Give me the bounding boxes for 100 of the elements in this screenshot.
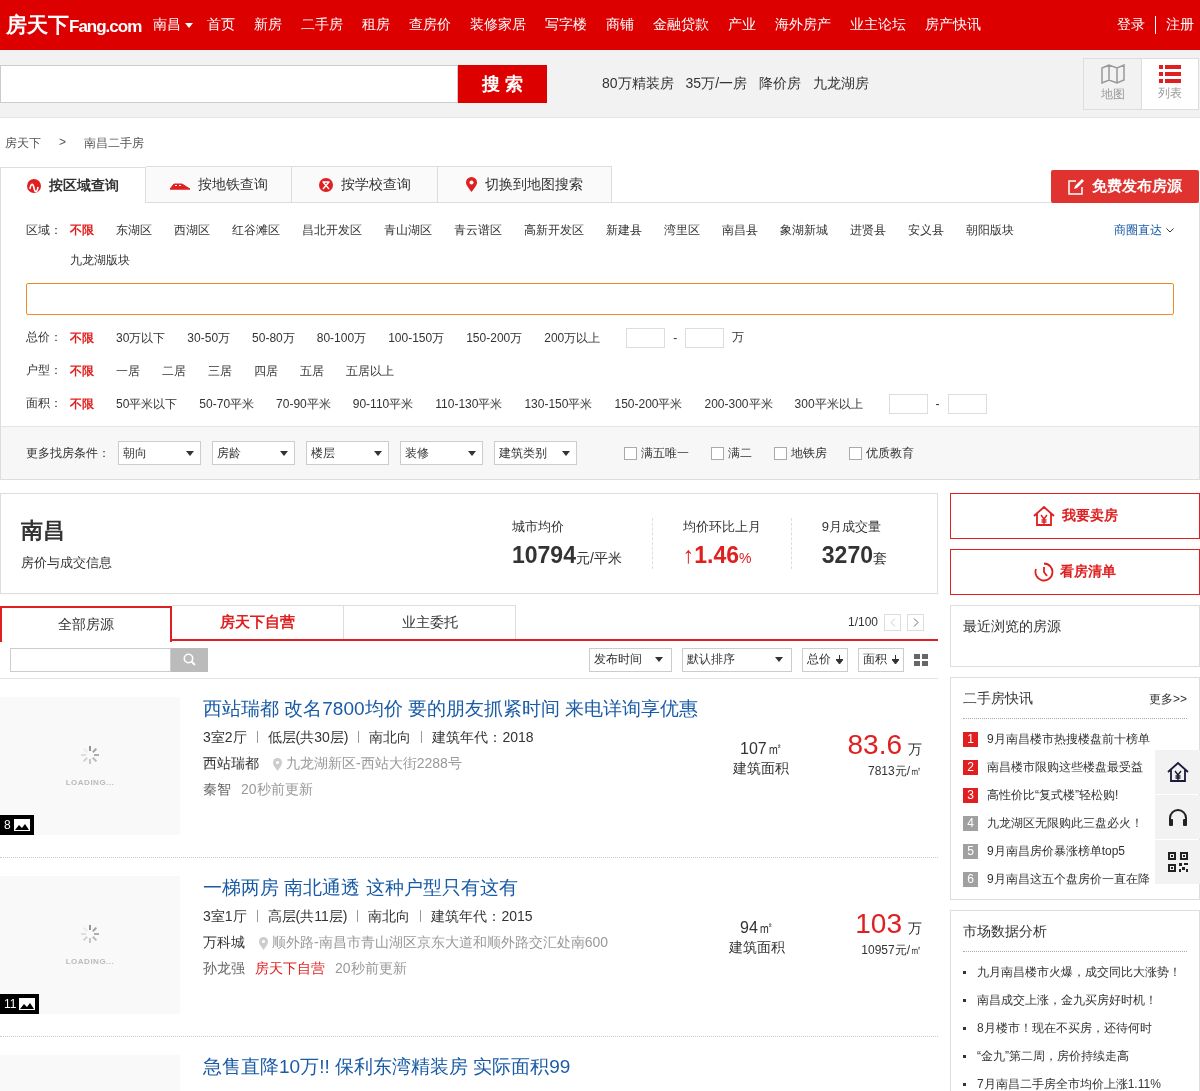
- filter-option[interactable]: 不限: [70, 355, 94, 386]
- nav-link[interactable]: 写字楼: [545, 16, 588, 34]
- hot-keyword[interactable]: 九龙湖房: [813, 74, 870, 93]
- filter-tab[interactable]: 按区域查询: [0, 167, 146, 203]
- hot-keyword[interactable]: 降价房: [759, 74, 802, 93]
- register-link[interactable]: 注册: [1166, 16, 1194, 34]
- filter-option[interactable]: 朝阳版块: [966, 215, 1014, 245]
- agent-name[interactable]: 秦智: [203, 781, 231, 799]
- sell-shortcut-button[interactable]: [1155, 750, 1200, 794]
- filter-option[interactable]: 200-300平米: [704, 388, 773, 419]
- filter-option[interactable]: 安义县: [908, 215, 944, 245]
- filter-dropdown[interactable]: 建筑类别: [494, 441, 577, 465]
- filter-option[interactable]: 110-130平米: [435, 388, 503, 419]
- news-link[interactable]: 九龙湖区无限购此三盘必火！: [987, 814, 1143, 832]
- agent-name[interactable]: 孙龙强: [203, 960, 245, 978]
- filter-option[interactable]: 50平米以下: [116, 388, 178, 419]
- filter-option[interactable]: 新建县: [606, 215, 642, 245]
- filter-tab[interactable]: 按地铁查询: [146, 166, 292, 202]
- filter-option[interactable]: 象湖新城: [780, 215, 828, 245]
- sort-button[interactable]: 面积: [858, 647, 904, 672]
- filter-option[interactable]: 300平米以上: [794, 388, 863, 419]
- filter-option[interactable]: 130-150平米: [524, 388, 593, 419]
- filter-option[interactable]: 50-80万: [252, 322, 295, 353]
- filter-option[interactable]: 100-150万: [388, 322, 445, 353]
- filter-option[interactable]: 五居以上: [346, 355, 394, 386]
- news-link[interactable]: 7月南昌二手房全市均价上涨1.11%: [977, 1075, 1161, 1091]
- hot-keyword[interactable]: 80万精装房: [602, 74, 674, 93]
- news-link[interactable]: 九月南昌楼市火爆，成交同比大涨势！: [977, 963, 1181, 981]
- viewing-list-button[interactable]: 看房清单: [950, 549, 1200, 595]
- nav-link[interactable]: 新房: [254, 16, 283, 34]
- support-button[interactable]: [1155, 795, 1200, 839]
- filter-option[interactable]: 30-50万: [187, 322, 231, 353]
- max-field[interactable]: [947, 393, 987, 414]
- login-link[interactable]: 登录: [1117, 16, 1145, 34]
- nav-link[interactable]: 租房: [362, 16, 391, 34]
- filter-option[interactable]: 30万以下: [116, 322, 166, 353]
- checkbox[interactable]: [624, 446, 637, 460]
- news-link[interactable]: 9月南昌房价暴涨榜单top5: [987, 842, 1126, 860]
- next-page-button[interactable]: [907, 613, 924, 631]
- sort-dropdown[interactable]: 发布时间: [589, 647, 672, 672]
- filter-tab[interactable]: 切换到地图搜索: [438, 166, 612, 202]
- listing-tab[interactable]: 全部房源: [0, 606, 172, 642]
- nav-link[interactable]: 业主论坛: [850, 16, 907, 34]
- community-link[interactable]: 万科城: [203, 934, 245, 952]
- news-link[interactable]: 南昌成交上涨，金九买房好时机！: [977, 991, 1157, 1009]
- listing-title[interactable]: 西站瑞都 改名7800均价 要的朋友抓紧时间 来电详询享优惠: [203, 697, 699, 721]
- checkbox-label[interactable]: 满五唯一: [641, 444, 689, 462]
- news-link[interactable]: 高性价比“复式楼”轻松购!: [987, 786, 1119, 804]
- news-link[interactable]: 9月南昌楼市热搜楼盘前十榜单: [987, 730, 1150, 748]
- filter-option[interactable]: 50-70平米: [199, 388, 255, 419]
- checkbox[interactable]: [774, 446, 787, 460]
- filter-option[interactable]: 五居: [300, 355, 324, 386]
- nav-link[interactable]: 房产快讯: [925, 16, 982, 34]
- logo[interactable]: 房天下Fang.com: [6, 11, 142, 39]
- filter-option[interactable]: 200万以上: [544, 322, 601, 353]
- filter-dropdown[interactable]: 朝向: [118, 441, 201, 465]
- listing-tab[interactable]: 房天下自营: [172, 605, 344, 639]
- filter-option[interactable]: 昌北开发区: [302, 215, 362, 245]
- filter-option[interactable]: 80-100万: [316, 322, 367, 353]
- more-link[interactable]: 更多>>: [1149, 690, 1187, 708]
- filter-option[interactable]: 一居: [116, 355, 140, 386]
- prev-page-button[interactable]: [884, 613, 901, 631]
- max-field[interactable]: [685, 327, 725, 348]
- breadcrumb-link[interactable]: 房天下: [5, 135, 41, 166]
- news-link[interactable]: 9月南昌这五个盘房价一直在降: [987, 870, 1150, 888]
- filter-option[interactable]: 湾里区: [664, 215, 700, 245]
- filter-option[interactable]: 青山湖区: [384, 215, 432, 245]
- news-link[interactable]: 8月楼市！现在不买房，还待何时: [977, 1019, 1152, 1037]
- checkbox[interactable]: [849, 446, 862, 460]
- filter-dropdown[interactable]: 房龄: [212, 441, 295, 465]
- filter-option[interactable]: 红谷滩区: [232, 215, 280, 245]
- filter-option[interactable]: 90-110平米: [352, 388, 414, 419]
- filter-option[interactable]: 二居: [162, 355, 186, 386]
- search-button[interactable]: [171, 647, 208, 672]
- filter-option[interactable]: 西湖区: [174, 215, 210, 245]
- filter-option[interactable]: 不限: [70, 215, 94, 245]
- min-field[interactable]: [626, 327, 666, 348]
- nav-link[interactable]: 二手房: [301, 16, 344, 34]
- checkbox-label[interactable]: 满二: [728, 444, 752, 462]
- keyword-field[interactable]: [10, 647, 171, 672]
- sell-house-button[interactable]: 我要卖房: [950, 493, 1200, 539]
- nav-link[interactable]: 金融贷款: [653, 16, 710, 34]
- filter-dropdown[interactable]: 楼层: [306, 441, 389, 465]
- community-link[interactable]: 西站瑞都: [203, 755, 259, 773]
- publish-button[interactable]: 免费发布房源: [1051, 170, 1199, 203]
- grid-view-icon[interactable]: [914, 653, 928, 666]
- filter-option[interactable]: 不限: [70, 322, 94, 353]
- district-dropdown[interactable]: 商圈直达: [1114, 215, 1174, 245]
- nav-link[interactable]: 首页: [207, 16, 236, 34]
- filter-option[interactable]: 150-200万: [466, 322, 523, 353]
- news-link[interactable]: 南昌楼市限购这些楼盘最受益: [987, 758, 1143, 776]
- sort-dropdown[interactable]: 默认排序: [682, 647, 792, 672]
- photo-placeholder[interactable]: LOADING... 8: [0, 697, 180, 835]
- breadcrumb-link[interactable]: 南昌二手房: [84, 135, 144, 166]
- filter-tab[interactable]: 按学校查询: [292, 166, 438, 202]
- filter-option[interactable]: 南昌县: [722, 215, 758, 245]
- listing-tab[interactable]: 业主委托: [344, 605, 516, 639]
- checkbox[interactable]: [711, 446, 724, 460]
- filter-option[interactable]: 不限: [70, 388, 94, 419]
- news-link[interactable]: “金九”第二周，房价持续走高: [977, 1047, 1129, 1065]
